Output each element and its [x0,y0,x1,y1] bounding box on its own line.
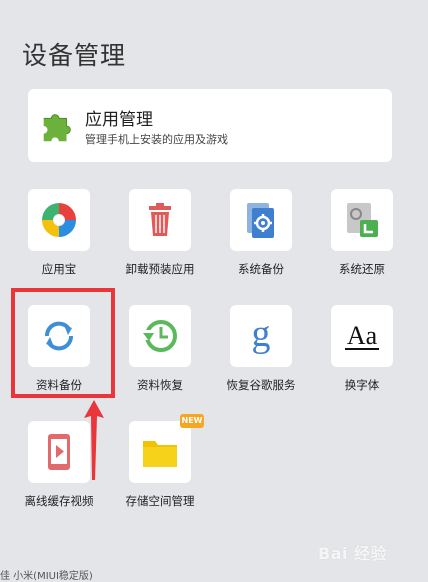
yingyongbao-icon [42,203,76,237]
tile-icon-box [129,189,191,251]
tile-icon-box [129,421,191,483]
history-icon [142,320,177,352]
trash-icon [149,203,171,236]
app-manager-card[interactable]: 应用管理 管理手机上安装的应用及游戏 [28,89,392,162]
tile-icon-box [28,189,90,251]
font-icon: Aa [345,321,379,350]
tile-label: 离线缓存视频 [24,494,94,508]
video-icon [48,434,70,470]
highlight-box [11,288,115,398]
tile-icon-box [230,189,292,251]
tile-label: 资料恢复 [137,378,183,392]
tile-label: 系统还原 [339,262,385,276]
tile-icon-box: Aa [331,305,393,367]
new-badge: NEW [180,414,204,428]
tile-label: 卸载预装应用 [125,262,195,276]
tile-icon-box [129,305,191,367]
tile-label: 系统备份 [238,262,284,276]
annotation-arrow-icon [84,400,104,480]
svg-text:Aa: Aa [347,321,378,350]
bottom-caption: 佳 小米(MIUI稳定版) [0,571,93,582]
app-manager-subtitle: 管理手机上安装的应用及游戏 [85,133,228,146]
system-backup-icon [247,203,274,238]
svg-text:g: g [252,316,271,355]
system-restore-icon [347,203,378,237]
folder-icon [143,441,177,467]
google-icon: g [252,316,271,355]
tile-icon-box: g [230,305,292,367]
tile-label: 恢复谷歌服务 [226,378,296,392]
page-title: 设备管理 [22,41,127,70]
tile-icon-box [331,189,393,251]
app-manager-title: 应用管理 [85,110,153,130]
tile-label: 换字体 [344,378,380,392]
tile-label: 应用宝 [41,262,77,276]
puzzle-icon [43,114,71,142]
tile-icon-box [28,421,90,483]
watermark: Bai 经验 [318,544,388,563]
tile-label: 存储空间管理 [125,494,195,508]
